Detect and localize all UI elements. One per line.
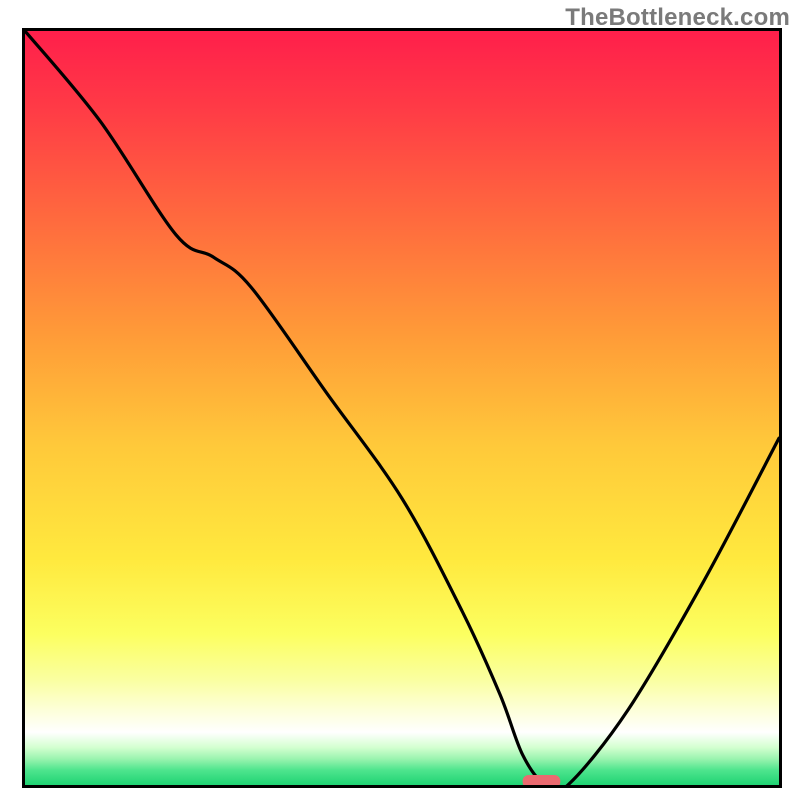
plot-area: [25, 31, 779, 785]
chart-svg: [25, 31, 779, 785]
optimal-marker: [523, 775, 561, 785]
chart-frame: TheBottleneck.com: [0, 0, 800, 800]
plot-border: [22, 28, 782, 788]
gradient-background: [25, 31, 779, 785]
bottleneck-curve: [25, 31, 779, 785]
watermark-text: TheBottleneck.com: [565, 4, 790, 32]
